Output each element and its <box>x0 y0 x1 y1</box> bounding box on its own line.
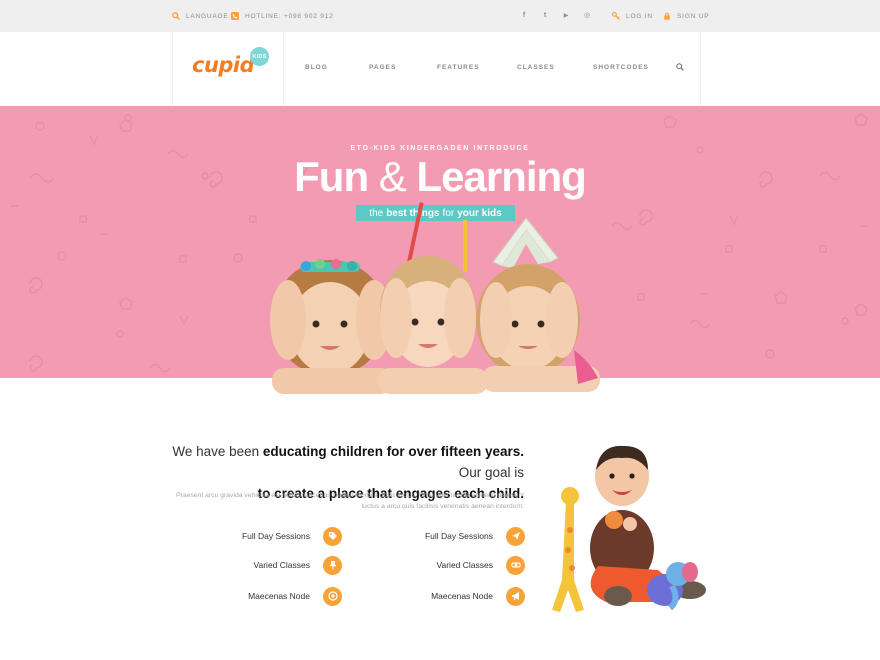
hero-title-amp: & <box>378 153 407 200</box>
header-divider <box>700 32 701 106</box>
hero-title-fun: Fun <box>294 153 369 200</box>
plane-icon <box>506 526 525 546</box>
feature-item[interactable]: Full Day Sessions <box>190 526 342 546</box>
pin-icon <box>323 555 342 575</box>
feature-item[interactable]: Maecenas Node <box>372 586 525 606</box>
hotline[interactable]: HOTLINE: +098 902 912 <box>231 10 334 22</box>
lock-icon <box>664 12 670 20</box>
about-heading-part2: educating children for over fifteen year… <box>262 444 524 459</box>
site-logo[interactable]: cupid KIDS <box>192 47 272 87</box>
facebook-icon: f <box>522 11 526 19</box>
feature-label: Full Day Sessions <box>241 531 310 541</box>
hero-title-learning: Learning <box>416 153 586 200</box>
search-icon[interactable] <box>676 63 684 71</box>
about-heading-part3: Our goal is <box>458 465 524 480</box>
logo-wordmark: cupid <box>192 53 255 77</box>
signup-label: SIGN UP <box>677 12 710 20</box>
feature-label: Maecenas Node <box>248 591 310 601</box>
language-label: LANGUAGE <box>186 12 229 20</box>
nav-classes[interactable]: CLASSES <box>517 64 555 71</box>
about-heading-part1: We have been <box>172 444 260 459</box>
language-selector[interactable]: LANGUAGE <box>172 10 229 22</box>
feature-label: Varied Classes <box>436 560 493 570</box>
youtube-link[interactable]: ▶ <box>560 9 572 21</box>
nav-pages[interactable]: PAGES <box>369 64 396 71</box>
logo-kids-badge: KIDS <box>250 47 269 66</box>
feature-item[interactable]: Full Day Sessions <box>372 526 525 546</box>
baby-with-toys-image <box>552 445 706 612</box>
hotline-label: HOTLINE: +098 902 912 <box>245 12 334 20</box>
twitter-link[interactable]: t <box>539 9 551 21</box>
header-divider <box>172 32 173 106</box>
feature-label: Varied Classes <box>253 560 310 570</box>
feature-item[interactable]: Maecenas Node <box>190 586 342 606</box>
tag-icon <box>323 526 342 546</box>
hero-kicker: ETO-KIDS KINDERGADEN INTRODUCE <box>350 145 530 152</box>
instagram-icon: ◎ <box>583 12 591 19</box>
search-icon <box>172 12 180 20</box>
login-link[interactable]: LOG IN <box>612 10 653 22</box>
signup-link[interactable]: SIGN UP <box>663 10 709 22</box>
hero-title: Fun & Learning <box>0 153 880 201</box>
phone-icon <box>231 12 239 20</box>
top-bar: LANGUAGE HOTLINE: +098 902 912 f t ▶ ◎ L… <box>0 0 880 32</box>
facebook-link[interactable]: f <box>518 9 530 21</box>
nav-shortcodes[interactable]: SHORTCODES <box>593 64 649 71</box>
hero-children-image <box>270 202 600 394</box>
feature-label: Maecenas Node <box>431 591 493 601</box>
twitter-icon: t <box>543 11 547 19</box>
nav-blog[interactable]: BLOG <box>305 64 328 71</box>
feature-label: Full Day Sessions <box>424 531 493 541</box>
nav-features[interactable]: FEATURES <box>437 64 480 71</box>
key-icon <box>612 12 620 20</box>
about-description: Praesent arcu gravida vehicula est node … <box>176 492 524 510</box>
megaphone-icon <box>506 586 525 606</box>
instagram-link[interactable]: ◎ <box>581 9 593 21</box>
youtube-icon: ▶ <box>563 12 569 19</box>
feature-item[interactable]: Varied Classes <box>372 555 525 575</box>
login-label: LOG IN <box>626 12 653 20</box>
target-icon <box>323 586 342 606</box>
header-divider <box>283 32 284 106</box>
link-icon <box>506 555 525 575</box>
feature-item[interactable]: Varied Classes <box>190 555 342 575</box>
